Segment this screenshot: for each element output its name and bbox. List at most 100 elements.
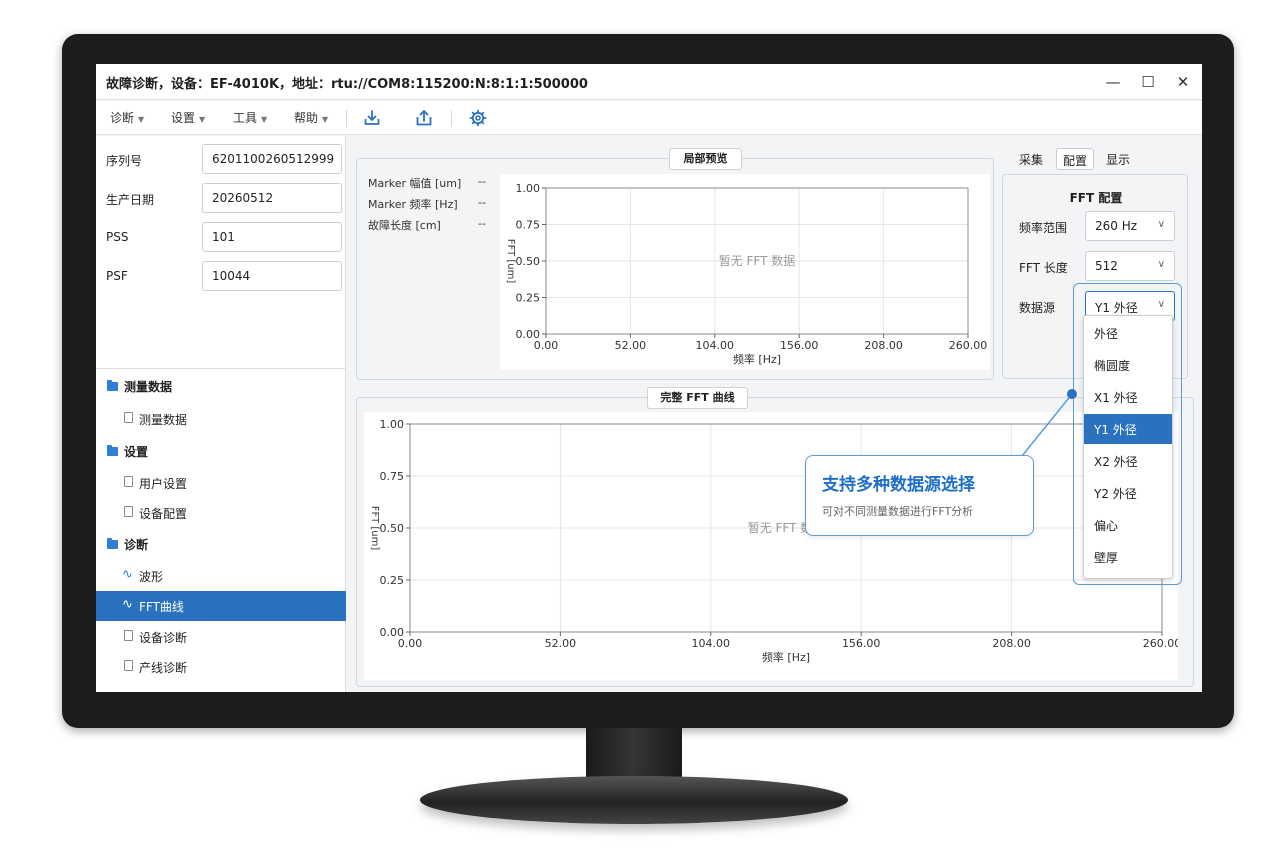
close-button[interactable]: ✕ — [1170, 70, 1196, 94]
menu-diagnosis[interactable]: 诊断 ▼ — [110, 109, 144, 126]
nav-category-settings[interactable]: 设置 — [96, 436, 346, 466]
document-icon — [124, 660, 133, 671]
toolbar-separator — [451, 110, 452, 127]
nav-label: 波形 — [139, 570, 164, 584]
gear-icon[interactable] — [468, 108, 488, 128]
nav-label: 产线诊断 — [139, 661, 188, 675]
feature-callout: 支持多种数据源选择 可对不同测量数据进行FFT分析 — [805, 455, 1034, 536]
menu-help[interactable]: 帮助 ▼ — [294, 109, 328, 126]
callout-subtitle: 可对不同测量数据进行FFT分析 — [822, 505, 974, 518]
monitor-stand-base — [420, 776, 848, 824]
nav-item-fft-curve[interactable]: ∿ FFT曲线 — [96, 591, 346, 621]
fft-length-value: 512 — [1095, 259, 1118, 273]
nav-label: 设备配置 — [139, 507, 188, 521]
fault-length-label: 故障长度 [cm] — [368, 219, 441, 232]
nav-category-measurement[interactable]: 测量数据 — [96, 371, 346, 401]
window-title: 故障诊断，设备：EF-4010K，地址：rtu://COM8:115200:N:… — [106, 77, 588, 92]
folder-icon — [107, 380, 118, 391]
freq-range-label: 频率范围 — [1019, 221, 1068, 235]
x-tick-label: 156.00 — [780, 339, 819, 352]
folder-icon — [107, 538, 118, 549]
nav-item-user-settings[interactable]: 用户设置 — [96, 468, 346, 498]
tab-config[interactable]: 配置 — [1056, 148, 1095, 170]
document-icon — [124, 476, 133, 487]
dropdown-option[interactable]: 偏心 — [1084, 510, 1172, 540]
psf-label: PSF — [106, 269, 128, 283]
marker-amplitude-value: -- — [478, 175, 486, 188]
dropdown-option[interactable]: 壁厚 — [1084, 542, 1172, 572]
callout-title: 支持多种数据源选择 — [822, 475, 975, 495]
tab-display[interactable]: 显示 — [1100, 148, 1136, 170]
nav-category-upgrade[interactable]: 升级 — [96, 686, 346, 692]
psf-field[interactable]: 10044 — [202, 261, 342, 291]
menu-bar: 诊断 ▼ 设置 ▼ 工具 ▼ 帮助 ▼ — [96, 101, 1202, 135]
freq-range-select[interactable]: 260 Hz ∨ — [1085, 211, 1175, 241]
y-tick-label: 0.50 — [516, 255, 541, 268]
import-icon[interactable] — [362, 108, 382, 128]
dropdown-option[interactable]: 外径 — [1084, 318, 1172, 348]
y-axis-label: FFT [um] — [369, 506, 380, 551]
marker-frequency-value: -- — [478, 196, 486, 209]
x-tick-label: 104.00 — [696, 339, 735, 352]
nav-label: 测量数据 — [139, 413, 188, 427]
marker-frequency-label: Marker 频率 [Hz] — [368, 198, 458, 211]
menu-settings[interactable]: 设置 ▼ — [171, 109, 205, 126]
menu-tools[interactable]: 工具 ▼ — [233, 109, 267, 126]
wave-icon: ∿ — [122, 597, 133, 612]
production-date-label: 生产日期 — [106, 193, 155, 207]
caret-down-icon: ▼ — [261, 115, 268, 124]
export-icon[interactable] — [414, 108, 434, 128]
menu-label: 帮助 — [294, 111, 319, 125]
tab-acquisition[interactable]: 采集 — [1013, 148, 1049, 170]
maximize-button[interactable]: ☐ — [1135, 70, 1161, 94]
nav-label: 设置 — [124, 445, 149, 459]
caret-down-icon: ▼ — [322, 115, 329, 124]
y-tick-label: 0.75 — [380, 470, 405, 483]
marker-amplitude-label: Marker 幅值 [um] — [368, 177, 462, 190]
nav-label: 诊断 — [124, 538, 149, 552]
nav-item-line-diagnosis[interactable]: 产线诊断 — [96, 652, 346, 682]
fault-length-value: -- — [478, 217, 486, 230]
y-axis-label: FFT [um] — [505, 239, 516, 284]
y-tick-label: 0.25 — [516, 292, 541, 305]
fft-config-title: FFT 配置 — [1069, 191, 1123, 205]
y-tick-label: 0.50 — [380, 522, 405, 535]
nav-category-diagnosis[interactable]: 诊断 — [96, 529, 346, 559]
nav-label: 测量数据 — [124, 380, 173, 394]
toolbar-separator — [346, 110, 347, 127]
callout-leader-line — [1021, 389, 1077, 457]
nav-item-device-config[interactable]: 设备配置 — [96, 498, 346, 528]
x-tick-label: 260.00 — [1143, 637, 1178, 650]
dropdown-option[interactable]: X2 外径 — [1084, 446, 1172, 476]
document-icon — [124, 412, 133, 423]
nav-item-device-diagnosis[interactable]: 设备诊断 — [96, 622, 346, 652]
x-tick-label: 52.00 — [545, 637, 577, 650]
nav-label: 设备诊断 — [139, 631, 188, 645]
dropdown-option-selected[interactable]: Y1 外径 — [1084, 414, 1172, 444]
title-bar: 故障诊断，设备：EF-4010K，地址：rtu://COM8:115200:N:… — [96, 64, 1202, 100]
x-axis-label: 频率 [Hz] — [733, 352, 781, 366]
wave-icon: ∿ — [122, 567, 133, 582]
fft-length-select[interactable]: 512 ∨ — [1085, 251, 1175, 281]
nav-item-waveform[interactable]: ∿ 波形 — [96, 561, 346, 591]
y-tick-label: 1.00 — [516, 182, 541, 195]
serial-number-field[interactable]: 6201100260512999 — [202, 144, 342, 174]
data-source-label: 数据源 — [1019, 301, 1056, 315]
x-tick-label: 208.00 — [864, 339, 903, 352]
pss-field[interactable]: 101 — [202, 222, 342, 252]
y-tick-label: 0.00 — [516, 328, 541, 341]
minimize-button[interactable]: — — [1100, 70, 1126, 94]
dropdown-option[interactable]: 椭圆度 — [1084, 350, 1172, 380]
serial-number-label: 序列号 — [106, 154, 143, 168]
freq-range-value: 260 Hz — [1095, 219, 1138, 233]
production-date-field[interactable]: 20260512 — [202, 183, 342, 213]
document-icon — [124, 630, 133, 641]
caret-down-icon: ▼ — [138, 115, 145, 124]
preview-fft-chart[interactable]: 0.00 52.00 104.00 156.00 208.00 260.000.000.2… — [500, 174, 990, 370]
local-preview-title: 局部预览 — [669, 148, 742, 170]
y-tick-label: 1.00 — [380, 418, 405, 431]
nav-item-measurement-data[interactable]: 测量数据 — [96, 404, 346, 434]
dropdown-option[interactable]: X1 外径 — [1084, 382, 1172, 412]
dropdown-option[interactable]: Y2 外径 — [1084, 478, 1172, 508]
menu-label: 诊断 — [110, 111, 135, 125]
